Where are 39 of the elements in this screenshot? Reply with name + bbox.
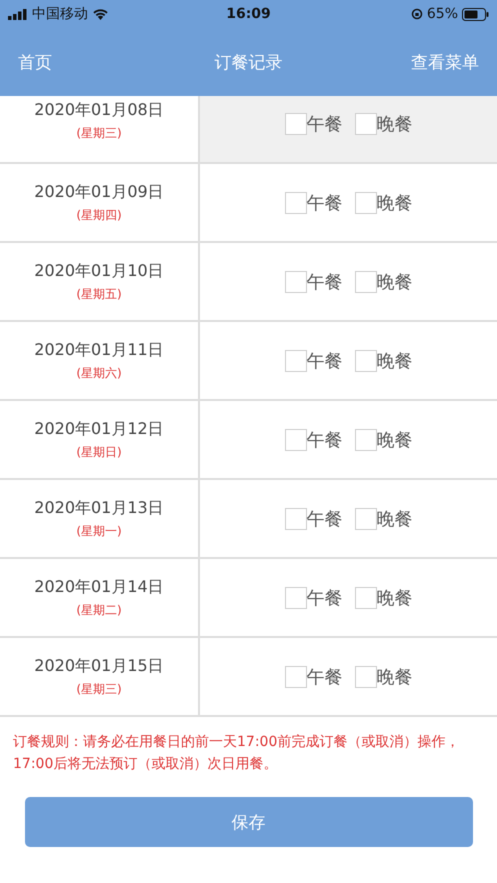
meal-checkbox[interactable]: 晚餐 xyxy=(354,270,412,294)
page-title: 订餐记录 xyxy=(214,52,282,74)
date-text: 2020年01月13日 xyxy=(34,498,164,518)
weekday-text: (星期六) xyxy=(76,364,122,382)
date-text: 2020年01月08日 xyxy=(34,100,164,121)
date-text: 2020年01月11日 xyxy=(34,340,164,360)
meal-checkbox[interactable]: 午餐 xyxy=(284,270,342,294)
carrier-name: 中国移动 xyxy=(32,5,88,23)
meal-checkbox[interactable]: 晚餐 xyxy=(354,586,412,610)
ordering-rule-text: 订餐规则：请务必在用餐日的前一天17:00前完成订餐（或取消）操作，17:00后将无法预订（或取消）次日用餐。 xyxy=(13,733,460,774)
weekday-text: (星期三) xyxy=(76,680,122,698)
status-time: 16:09 xyxy=(226,6,271,22)
rotation-lock-icon xyxy=(410,8,423,20)
signal-icon xyxy=(8,8,28,20)
weekday-text: (星期五) xyxy=(76,286,122,302)
meal-checkbox[interactable]: 晚餐 xyxy=(354,428,412,452)
meal-checkbox[interactable]: 晚餐 xyxy=(354,348,412,372)
weekday-text: (星期二) xyxy=(76,602,122,618)
meal-checkbox[interactable]: 午餐 xyxy=(284,190,342,214)
battery-icon xyxy=(462,8,489,20)
weekday-text: (星期日) xyxy=(76,444,122,460)
meal-checkbox[interactable]: 午餐 xyxy=(284,506,342,530)
date-text: 2020年01月09日 xyxy=(34,182,164,202)
weekday-text: (星期三) xyxy=(76,125,122,142)
date-text: 2020年01月15日 xyxy=(34,656,164,676)
weekday-text: (星期四) xyxy=(76,206,122,224)
date-text: 2020年01月12日 xyxy=(34,418,164,440)
meal-checkbox[interactable]: 晚餐 xyxy=(354,190,412,214)
meal-checkbox[interactable]: 午餐 xyxy=(284,586,342,610)
meal-checkbox[interactable]: 午餐 xyxy=(284,664,342,688)
date-text: 2020年01月10日 xyxy=(34,260,164,282)
meal-checkbox[interactable]: 午餐 xyxy=(284,348,342,372)
meal-checkbox[interactable]: 晚餐 xyxy=(354,506,412,530)
weekday-text: (星期一) xyxy=(76,522,122,540)
battery-percent: 65% xyxy=(426,6,458,22)
wifi-icon xyxy=(92,8,109,20)
meal-checkbox[interactable]: 午餐 xyxy=(284,428,342,452)
meal-checkbox[interactable]: 晚餐 xyxy=(354,664,412,688)
date-text: 2020年01月14日 xyxy=(34,576,164,598)
